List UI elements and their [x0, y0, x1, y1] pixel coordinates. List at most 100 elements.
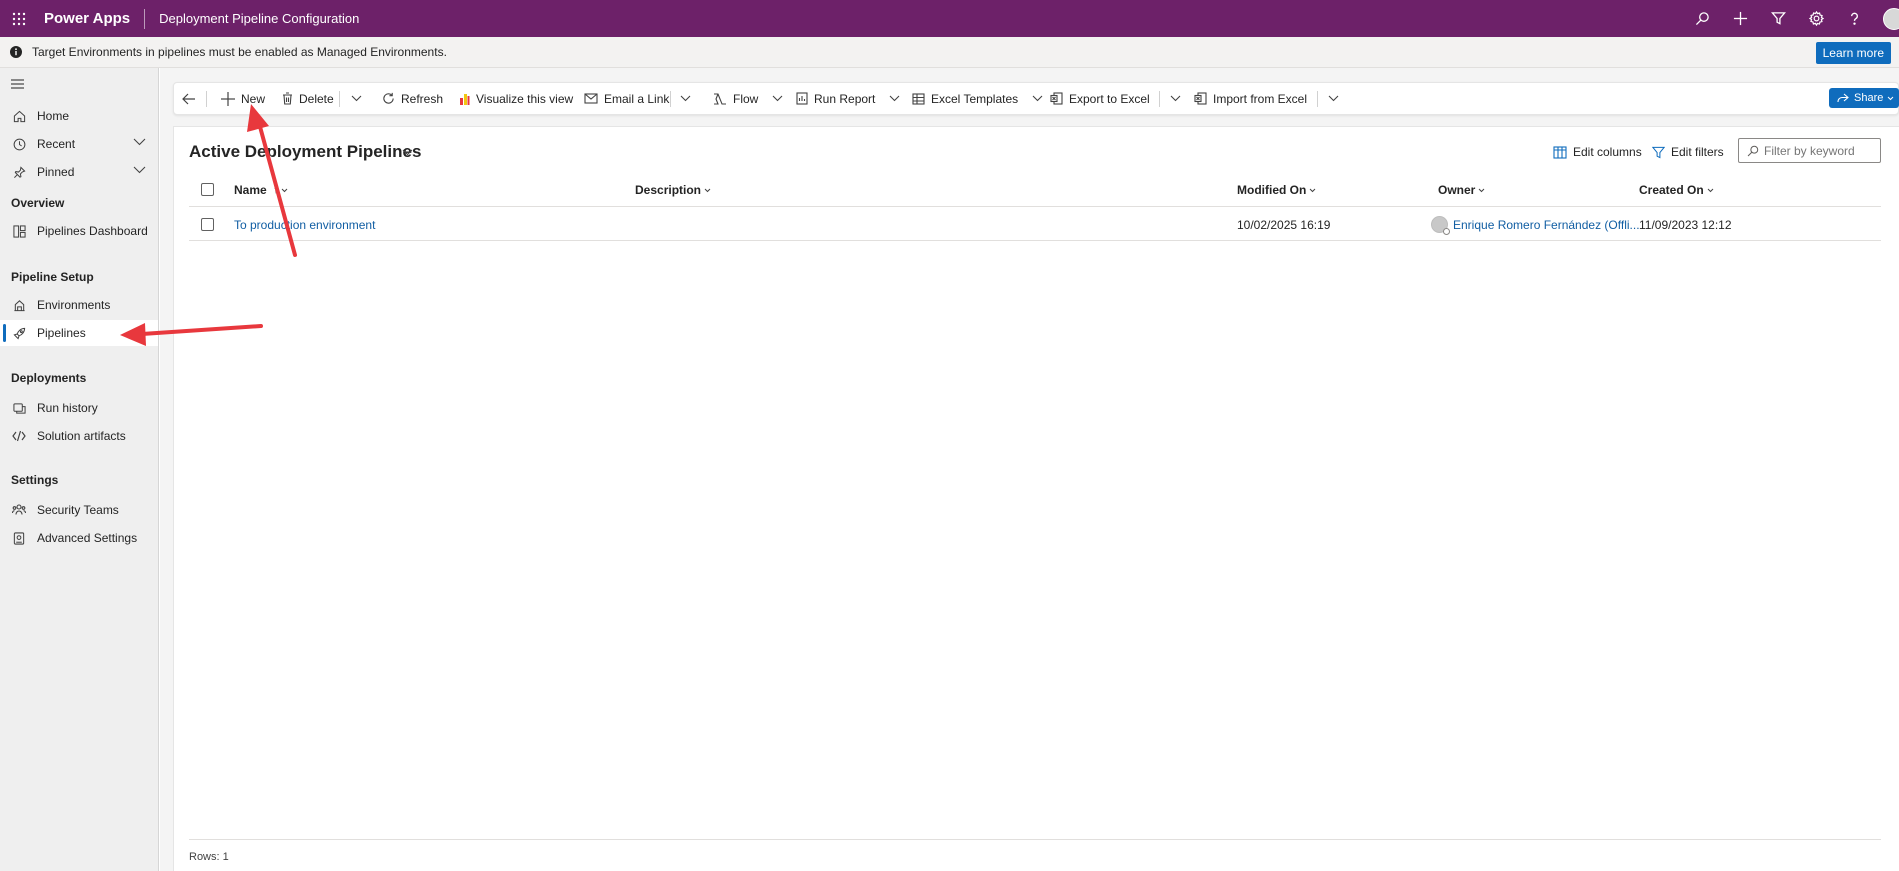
visualize-label: Visualize this view: [476, 91, 574, 106]
dashboard-icon: [11, 223, 27, 239]
import-dropdown[interactable]: [1328, 83, 1339, 114]
sidebar-item-label: Run history: [37, 401, 98, 415]
more-commands-dropdown[interactable]: [351, 83, 362, 114]
brand-name[interactable]: Power Apps: [38, 10, 144, 27]
trash-icon: [283, 92, 292, 105]
columns-icon: [1553, 145, 1567, 159]
sidebar-item-label: Solution artifacts: [37, 429, 126, 443]
sidebar-item-label: Pipelines: [37, 326, 86, 340]
column-header-name[interactable]: Name ↑: [234, 183, 288, 197]
command-separator: [1317, 91, 1318, 107]
help-icon[interactable]: [1835, 0, 1873, 37]
chevron-down-icon: [704, 188, 711, 192]
row-name-link[interactable]: To production environment: [234, 218, 375, 232]
chevron-down-icon: [281, 188, 288, 192]
column-header-created-on[interactable]: Created On: [1639, 183, 1714, 197]
import-excel-label: Import from Excel: [1213, 91, 1308, 106]
gear-icon[interactable]: [1797, 0, 1835, 37]
row-created-on: 11/09/2023 12:12: [1639, 218, 1732, 232]
sidebar-item-label: Recent: [37, 137, 76, 151]
command-bar: New Delete Refresh Visualize this view E…: [173, 82, 1899, 115]
column-header-owner[interactable]: Owner: [1438, 183, 1485, 197]
sidebar-item-solution-artifacts[interactable]: Solution artifacts: [0, 423, 158, 449]
chevron-down-icon: [772, 95, 783, 102]
footer-divider: [189, 839, 1881, 840]
sidebar-item-label: Pipelines Dashboard: [37, 224, 148, 238]
sidebar-item-run-history[interactable]: Run history: [0, 395, 158, 421]
import-excel-button[interactable]: Import from Excel: [1194, 83, 1307, 114]
sidebar-item-advanced-settings[interactable]: Advanced Settings: [0, 525, 158, 551]
sidebar-item-pipelines-dashboard[interactable]: Pipelines Dashboard: [0, 218, 158, 244]
info-banner: Target Environments in pipelines must be…: [0, 37, 1899, 68]
command-separator: [670, 91, 671, 107]
refresh-label: Refresh: [401, 91, 444, 106]
chevron-down-icon: [889, 95, 900, 102]
search-icon[interactable]: [1683, 0, 1721, 37]
row-count: Rows: 1: [189, 851, 229, 863]
chevron-down-icon[interactable]: [402, 149, 413, 156]
excel-templates-button[interactable]: Excel Templates: [912, 83, 1043, 114]
sidebar-item-recent[interactable]: Recent: [0, 131, 158, 157]
learn-more-button[interactable]: Learn more: [1815, 42, 1891, 64]
filter-input[interactable]: [1764, 143, 1874, 158]
flow-label: Flow: [733, 91, 759, 106]
select-all-checkbox[interactable]: [201, 183, 214, 196]
info-icon: [10, 46, 22, 58]
grid-panel: [173, 126, 1899, 871]
export-excel-label: Export to Excel: [1069, 91, 1150, 106]
chart-icon: [460, 94, 470, 105]
refresh-button[interactable]: Refresh: [382, 83, 443, 114]
back-button[interactable]: [182, 83, 196, 114]
app-title[interactable]: Deployment Pipeline Configuration: [159, 11, 359, 26]
filter-by-keyword-field[interactable]: [1738, 138, 1881, 163]
email-dropdown[interactable]: [680, 83, 691, 114]
section-title-deployments: Deployments: [11, 371, 87, 385]
column-header-description[interactable]: Description: [635, 183, 711, 197]
row-checkbox[interactable]: [201, 218, 214, 231]
section-title-overview: Overview: [11, 196, 65, 210]
sidebar-item-environments[interactable]: Environments: [0, 292, 158, 318]
sidebar-item-label: Pinned: [37, 165, 75, 179]
hamburger-icon[interactable]: [11, 79, 24, 89]
new-button[interactable]: New: [221, 83, 265, 114]
edit-columns-button[interactable]: Edit columns: [1553, 140, 1642, 164]
plus-icon[interactable]: [1721, 0, 1759, 37]
edit-filters-button[interactable]: Edit filters: [1652, 140, 1724, 164]
chevron-down-icon: [1032, 95, 1043, 102]
report-icon: [796, 92, 808, 105]
mail-icon: [584, 93, 598, 104]
sidebar-item-pinned[interactable]: Pinned: [0, 159, 158, 185]
export-excel-button[interactable]: Export to Excel: [1050, 83, 1150, 114]
column-header-label: Name: [234, 183, 267, 197]
filter-icon[interactable]: [1759, 0, 1797, 37]
share-button[interactable]: Share: [1829, 88, 1899, 108]
sidebar-item-home[interactable]: Home: [0, 103, 158, 129]
section-title-settings: Settings: [11, 473, 59, 487]
column-header-label: Owner: [1438, 183, 1476, 197]
row-owner-link[interactable]: Enrique Romero Fernández (Offli...: [1453, 218, 1640, 232]
chevron-down-icon: [1309, 188, 1316, 192]
chevron-down-icon[interactable]: [133, 166, 146, 174]
column-header-modified-on[interactable]: Modified On: [1237, 183, 1316, 197]
sort-ascending-icon: ↑: [272, 184, 279, 196]
chevron-down-icon[interactable]: [133, 138, 146, 146]
sidebar-item-security-teams[interactable]: Security Teams: [0, 497, 158, 523]
team-icon: [11, 502, 27, 518]
header-divider: [189, 206, 1881, 207]
rocket-icon: [11, 325, 27, 341]
visualize-view-button[interactable]: Visualize this view: [459, 83, 573, 114]
delete-button[interactable]: Delete: [282, 83, 334, 114]
run-report-button[interactable]: Run Report: [796, 83, 900, 114]
flow-button[interactable]: Flow: [713, 83, 783, 114]
back-arrow-icon: [182, 93, 195, 104]
command-separator: [1159, 91, 1160, 107]
share-label: Share: [1854, 92, 1884, 104]
email-link-button[interactable]: Email a Link: [584, 83, 669, 114]
sidebar-item-pipelines[interactable]: Pipelines: [0, 320, 158, 346]
user-avatar[interactable]: [1883, 7, 1899, 30]
app-launcher-icon[interactable]: [0, 0, 38, 37]
export-dropdown[interactable]: [1170, 83, 1181, 114]
settings-icon: [11, 530, 27, 546]
excel-icon: [1050, 92, 1063, 105]
view-title[interactable]: Active Deployment Pipelines: [189, 142, 421, 162]
